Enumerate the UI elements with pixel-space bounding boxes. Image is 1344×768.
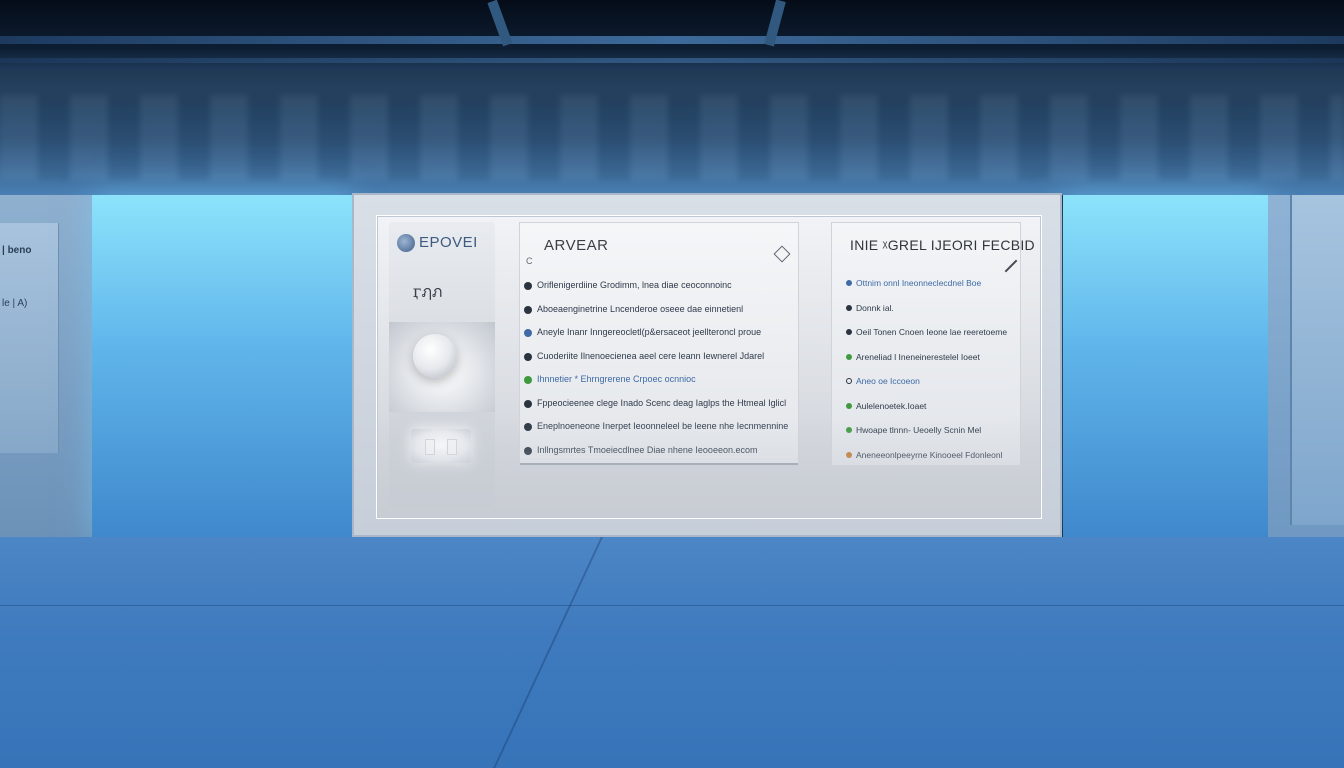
list-item[interactable]: Aneneeonlpeeyrne Kinooeel Fdonleonl — [842, 449, 1014, 474]
bullet-icon — [846, 427, 852, 433]
list-item[interactable]: Ihnnetier * Ehrngrerene Crpoec ocnnioc — [524, 373, 790, 397]
list-item[interactable]: Areneliad l Ineneinerestelel Ioeet — [842, 351, 1014, 376]
bullet-icon — [846, 280, 852, 286]
blurred-background — [0, 95, 1344, 180]
bullet-icon — [846, 353, 852, 360]
list-item-text: Aneo oe Iccoeon — [856, 376, 920, 386]
brand-name: EPOVEI — [419, 234, 478, 251]
orb-button[interactable] — [413, 334, 457, 378]
list-item[interactable]: Aulelenoetek.Ioaet — [842, 400, 1014, 425]
right-panel-list: Ottnim onnl Ineonneclecdnel Boe Donnk ial… — [842, 277, 1014, 473]
list-item-text: Donnk ial. — [856, 302, 894, 313]
bullet-icon — [524, 352, 532, 361]
bullet-icon — [846, 329, 852, 335]
list-item-text: Cuoderiite Ilnenoecienea aeel cere leann… — [537, 350, 765, 361]
brand-subtitle: ӷฦภ — [413, 282, 443, 301]
list-item-text: Ottnim onnl Ineonneclecdnel Boe — [856, 278, 982, 288]
middle-panel-title: ARVEAR — [544, 237, 609, 254]
list-item[interactable]: Oeil Tonen Cnoen Ieone lae reeretoeme — [842, 326, 1014, 351]
list-item[interactable]: Eneplnoeneone Inerpet Ieoonneleel be lee… — [524, 420, 790, 444]
list-item[interactable]: Aneyle Inanr Inngereocletl(p&ersaceot je… — [524, 326, 790, 350]
list-item-text: Aneyle Inanr Inngereocletl(p&ersaceot je… — [537, 327, 762, 337]
list-item[interactable]: Aneo oe Iccoeon — [842, 375, 1014, 400]
middle-panel-subtitle: C — [526, 256, 533, 266]
list-item-text: Inllngsmrtes Tmoeiecdlnee Diae nhene Ieo… — [537, 444, 758, 455]
pen-icon[interactable] — [1004, 259, 1018, 273]
left-side-text-1: | beno — [2, 245, 32, 256]
list-item[interactable]: Aboeaenginetrine Lncenderoe oseee dae ei… — [524, 303, 790, 327]
bullet-icon — [846, 402, 852, 409]
floor — [0, 537, 1344, 768]
list-item-text: Hwoape tlnnn- Ueoelly Scnin Mel — [856, 425, 982, 435]
bullet-icon — [524, 376, 532, 384]
list-item[interactable]: Donnk ial. — [842, 302, 1014, 327]
board-screen: EPOVEI ӷฦภ ARVEAR C Oriflenigerdiine Gro… — [376, 215, 1042, 519]
left-glow-panel — [92, 195, 352, 537]
list-item-text: Ihnnetier * Ehrngrerene Crpoec ocnnioc — [537, 374, 696, 384]
bullet-icon — [846, 304, 852, 311]
list-item[interactable]: Ottnim onnl Ineonneclecdnel Boe — [842, 277, 1014, 302]
bullet-icon — [524, 399, 532, 408]
right-panel-title: INIE ᵡGREL IJEORI FECBID — [850, 237, 1035, 253]
list-item-text: Oeil Tonen Cnoen Ieone lae reeretoeme — [856, 327, 1008, 337]
middle-panel: ARVEAR C Oriflenigerdiine Grodimm, lnea … — [519, 222, 799, 466]
bullet-icon — [524, 446, 532, 455]
list-item[interactable]: Cuoderiite Ilnenoecienea aeel cere leann… — [524, 350, 790, 374]
bullet-icon — [524, 305, 532, 314]
glow-button[interactable] — [411, 429, 471, 463]
list-item-text: Eneplnoeneone Inerpet Ieoonneleel be lee… — [537, 421, 789, 431]
list-item-text: Oriflenigerdiine Grodimm, lnea diae ceoc… — [537, 280, 732, 290]
list-item[interactable]: Fppeocieenee clege Inado Scenc deag Iagl… — [524, 397, 790, 421]
list-item-text: Aulelenoetek.Ioaet — [856, 400, 927, 411]
bullet-icon — [524, 423, 532, 431]
list-item-text: Aboeaenginetrine Lncenderoe oseee dae ei… — [537, 303, 744, 314]
list-item-text: Areneliad l Ineneinerestelel Ioeet — [856, 351, 980, 362]
bullet-icon — [846, 378, 852, 384]
bullet-icon — [524, 329, 532, 337]
list-item-text: Aneneeonlpeeyrne Kinooeel Fdonleonl — [856, 449, 1003, 460]
list-item-text: Fppeocieenee clege Inado Scenc deag Iagl… — [537, 397, 787, 408]
left-side-panel: | beno le | A) — [0, 195, 92, 537]
bullet-icon — [846, 451, 852, 458]
right-panel: INIE ᵡGREL IJEORI FECBID Ottnim onnl Ine… — [831, 222, 1035, 466]
list-item[interactable]: Hwoape tlnnn- Ueoelly Scnin Mel — [842, 424, 1014, 449]
left-side-text-2: le | A) — [2, 298, 28, 309]
middle-panel-list: Oriflenigerdiine Grodimm, lnea diae ceoc… — [524, 279, 790, 467]
display-board: EPOVEI ӷฦภ ARVEAR C Oriflenigerdiine Gro… — [352, 193, 1062, 537]
bullet-icon — [524, 282, 532, 290]
right-side-panel — [1268, 195, 1344, 537]
globe-icon — [397, 234, 415, 252]
right-glow-panel — [1063, 195, 1268, 537]
ceiling — [0, 0, 1344, 70]
diamond-icon[interactable] — [773, 245, 791, 263]
list-item[interactable]: Oriflenigerdiine Grodimm, lnea diae ceoc… — [524, 279, 790, 303]
brand-column: EPOVEI ӷฦภ — [389, 222, 495, 507]
